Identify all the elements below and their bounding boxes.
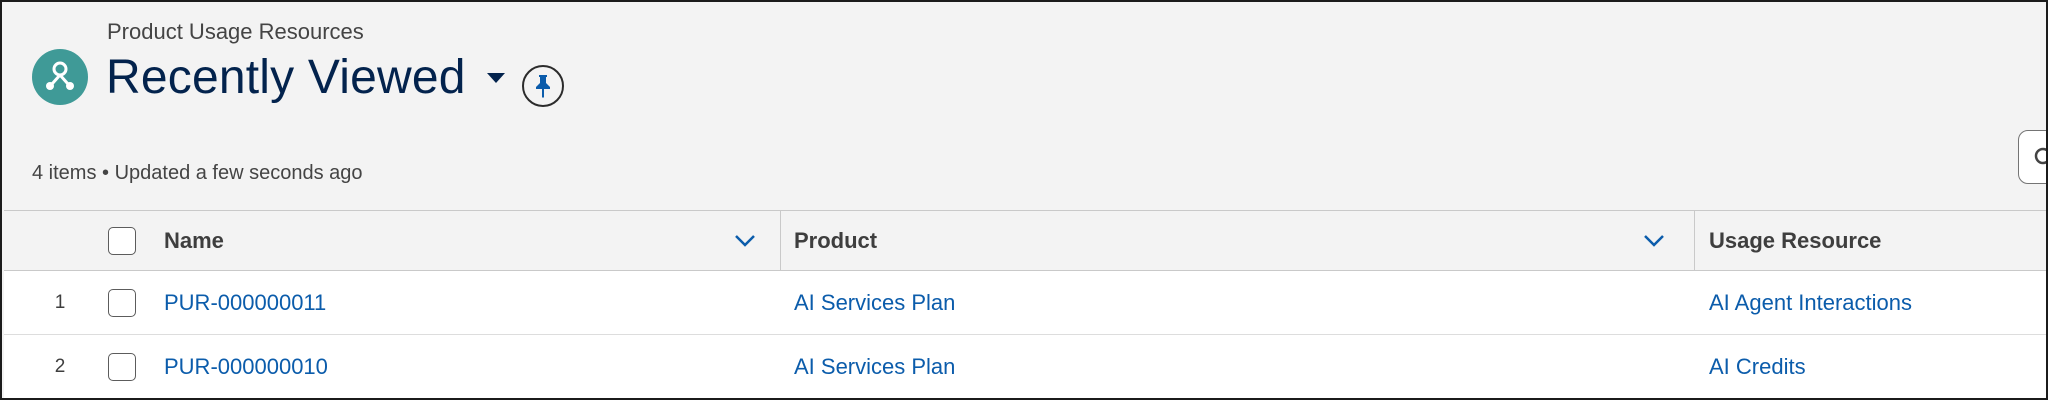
caret-down-icon <box>486 73 505 83</box>
row-number: 1 <box>54 291 66 313</box>
search-icon <box>2034 147 2046 165</box>
pin-list-view-button[interactable] <box>522 65 564 107</box>
usage-resource-cell: AI Credits <box>1695 335 2046 398</box>
column-header-usage-resource[interactable]: Usage Resource <box>1695 211 2046 270</box>
records-table: Name Product Usage Resource 1 PUR-000000… <box>4 210 2046 398</box>
column-header-label: Product <box>794 227 878 253</box>
row-number: 2 <box>54 355 66 377</box>
table-row: 1 PUR-000000011 AI Services Plan AI Agen… <box>4 271 2046 335</box>
object-label: Product Usage Resources <box>107 19 364 44</box>
row-checkbox[interactable] <box>108 352 136 381</box>
search-list-input[interactable] <box>2018 130 2046 184</box>
table-header-row: Name Product Usage Resource <box>4 211 2046 271</box>
product-link[interactable]: AI Services Plan <box>794 354 955 380</box>
usage-resource-link[interactable]: AI Credits <box>1709 354 1806 380</box>
product-link[interactable]: AI Services Plan <box>794 290 955 316</box>
table-row: 2 PUR-000000010 AI Services Plan AI Cred… <box>4 335 2046 398</box>
select-all-checkbox[interactable] <box>108 226 136 255</box>
select-all-cell <box>94 226 164 255</box>
list-view-header: Product Usage Resources Recently Viewed … <box>2 2 2046 212</box>
product-cell: AI Services Plan <box>781 271 1695 334</box>
column-name-menu-button[interactable] <box>732 229 758 253</box>
row-select-cell <box>94 352 164 381</box>
column-header-label: Usage Resource <box>1709 227 1882 253</box>
chevron-down-icon <box>1644 235 1664 247</box>
row-select-cell <box>94 288 164 317</box>
chevron-down-icon <box>735 235 755 247</box>
pin-icon <box>536 75 550 98</box>
name-cell: PUR-000000010 <box>164 335 781 398</box>
usage-resource-cell: AI Agent Interactions <box>1695 271 2046 334</box>
app-frame: Product Usage Resources Recently Viewed … <box>0 0 2048 400</box>
column-product-menu-button[interactable] <box>1641 229 1667 253</box>
product-usage-resource-icon <box>32 49 88 105</box>
column-header-product[interactable]: Product <box>781 211 1695 270</box>
product-cell: AI Services Plan <box>781 335 1695 398</box>
list-title-row: Recently Viewed <box>106 54 514 102</box>
name-cell: PUR-000000011 <box>164 271 781 334</box>
usage-resource-link[interactable]: AI Agent Interactions <box>1709 290 1912 316</box>
list-view-menu-button[interactable] <box>478 60 514 96</box>
row-checkbox[interactable] <box>108 288 136 317</box>
list-status-text: 4 items • Updated a few seconds ago <box>32 162 363 184</box>
record-name-link[interactable]: PUR-000000011 <box>164 290 326 316</box>
column-header-name[interactable]: Name <box>164 211 781 270</box>
record-name-link[interactable]: PUR-000000010 <box>164 354 328 380</box>
list-view-title[interactable]: Recently Viewed <box>106 54 466 102</box>
column-header-label: Name <box>164 227 224 253</box>
